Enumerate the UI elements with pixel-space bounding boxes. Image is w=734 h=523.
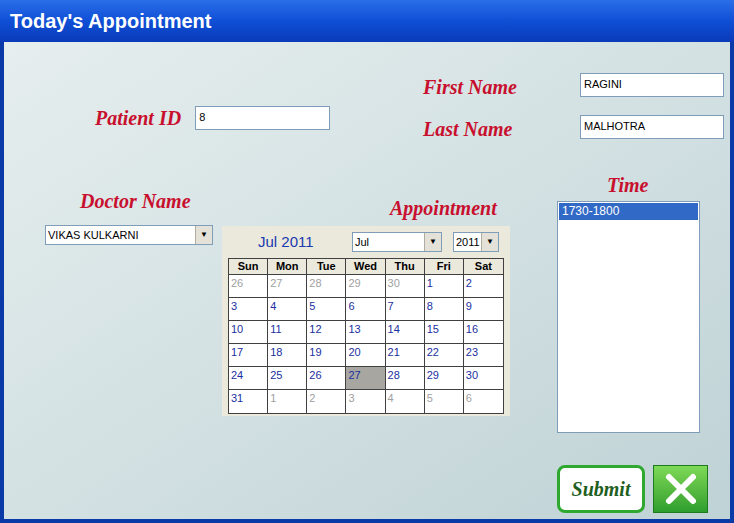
- dropdown-arrow[interactable]: ▼: [424, 233, 441, 251]
- name-row: Last NameMALHOTRA: [423, 115, 724, 141]
- calendar-day[interactable]: 5: [307, 298, 346, 321]
- calendar-day[interactable]: 19: [307, 344, 346, 367]
- calendar-title: Jul 2011: [228, 231, 352, 254]
- submit-button[interactable]: Submit: [557, 465, 645, 513]
- title-bar: Today's Appointment: [0, 0, 734, 42]
- time-list[interactable]: 1730-1800: [557, 201, 700, 433]
- name-label: First Name: [423, 73, 580, 99]
- calendar-day[interactable]: 4: [386, 390, 425, 413]
- calendar-day[interactable]: 3: [229, 298, 268, 321]
- calendar-day[interactable]: 31: [229, 390, 268, 413]
- calendar-day[interactable]: 21: [386, 344, 425, 367]
- name-fields: First NameRAGINILast NameMALHOTRA: [423, 42, 730, 165]
- month-select[interactable]: Jul▼: [352, 232, 442, 252]
- patient-id-field[interactable]: 8: [195, 106, 330, 130]
- calendar-day[interactable]: 8: [425, 298, 464, 321]
- calendar-day[interactable]: 20: [346, 344, 385, 367]
- patient-row: Patient ID 8: [4, 42, 330, 165]
- calendar-day[interactable]: 7: [386, 298, 425, 321]
- calendar-day[interactable]: 3: [346, 390, 385, 413]
- calendar-day[interactable]: 29: [425, 367, 464, 390]
- calendar-day[interactable]: 13: [346, 321, 385, 344]
- calendar-day[interactable]: 12: [307, 321, 346, 344]
- calendar-day[interactable]: 18: [268, 344, 307, 367]
- name-section: Patient ID8First NameRAGINILast NameMALH…: [4, 42, 730, 165]
- calendar-day[interactable]: 30: [386, 275, 425, 298]
- calendar-day[interactable]: 15: [425, 321, 464, 344]
- calendar-day[interactable]: 30: [464, 367, 503, 390]
- calendar-day[interactable]: 22: [425, 344, 464, 367]
- button-row: Submit: [4, 465, 730, 513]
- calendar-day[interactable]: 23: [464, 344, 503, 367]
- weekday-header: Tue: [307, 259, 346, 275]
- weekday-header: Fri: [425, 259, 464, 275]
- calendar-day[interactable]: 17: [229, 344, 268, 367]
- appointment-column: AppointmentJul 2011Jul▼2011▼SunMonTueWed…: [222, 165, 510, 416]
- calendar-day[interactable]: 6: [346, 298, 385, 321]
- appointment-label: Appointment: [222, 196, 510, 220]
- weekday-header: Sun: [229, 259, 268, 275]
- calendar-day[interactable]: 1: [425, 275, 464, 298]
- calendar-day[interactable]: 11: [268, 321, 307, 344]
- calendar-day[interactable]: 24: [229, 367, 268, 390]
- calendar-day[interactable]: 27: [346, 367, 385, 390]
- calendar-day[interactable]: 9: [464, 298, 503, 321]
- name-field[interactable]: RAGINI: [580, 73, 724, 97]
- close-button[interactable]: [653, 465, 708, 513]
- close-x-icon: [663, 471, 699, 507]
- weekday-header: Sat: [464, 259, 503, 275]
- calendar-day[interactable]: 5: [425, 390, 464, 413]
- name-label: Last Name: [423, 115, 580, 141]
- booking-section: Doctor Name VIKAS KULKARNI▼ Appointment Jul…: [4, 165, 730, 433]
- calendar-day[interactable]: 16: [464, 321, 503, 344]
- calendar-day[interactable]: 25: [268, 367, 307, 390]
- form-body: Patient ID8First NameRAGINILast NameMALH…: [4, 42, 730, 519]
- weekday-header: Wed: [346, 259, 385, 275]
- dropdown-arrow[interactable]: ▼: [481, 233, 498, 251]
- calendar-day[interactable]: 28: [386, 367, 425, 390]
- time-slot[interactable]: 1730-1800: [559, 203, 698, 220]
- year-select[interactable]: 2011▼: [453, 232, 499, 252]
- calendar-day[interactable]: 10: [229, 321, 268, 344]
- dropdown-arrow[interactable]: ▼: [195, 226, 212, 244]
- calendar[interactable]: Jul 2011Jul▼2011▼SunMonTueWedThuFriSat26…: [222, 226, 510, 416]
- calendar-day[interactable]: 2: [307, 390, 346, 413]
- calendar-day[interactable]: 2: [464, 275, 503, 298]
- appointment-window: Today's Appointment Patient ID 8 First Name…: [0, 0, 734, 523]
- calendar-day[interactable]: 26: [229, 275, 268, 298]
- doctor-label: Doctor Name: [45, 189, 213, 213]
- calendar-day[interactable]: 1: [268, 390, 307, 413]
- time-label: Time: [557, 173, 700, 197]
- calendar-header: Jul 2011Jul▼ 2011▼: [228, 226, 504, 258]
- doctor-select[interactable]: VIKAS KULKARNI▼: [45, 225, 213, 245]
- calendar-day[interactable]: 26: [307, 367, 346, 390]
- weekday-header: Mon: [268, 259, 307, 275]
- doctor-column: Doctor Name VIKAS KULKARNI▼: [45, 165, 213, 245]
- calendar-day[interactable]: 14: [386, 321, 425, 344]
- weekday-header: Thu: [386, 259, 425, 275]
- name-field[interactable]: MALHOTRA: [580, 115, 724, 139]
- calendar-day[interactable]: 29: [346, 275, 385, 298]
- calendar-day[interactable]: 28: [307, 275, 346, 298]
- calendar-grid: SunMonTueWedThuFriSat2627282930123456789…: [228, 258, 504, 414]
- name-row: First NameRAGINI: [423, 73, 724, 99]
- patient-id-label: Patient ID: [95, 106, 181, 130]
- calendar-day[interactable]: 27: [268, 275, 307, 298]
- calendar-day[interactable]: 4: [268, 298, 307, 321]
- window-title: Today's Appointment: [10, 9, 211, 33]
- time-column: Time 1730-1800: [557, 165, 700, 433]
- calendar-day[interactable]: 6: [464, 390, 503, 413]
